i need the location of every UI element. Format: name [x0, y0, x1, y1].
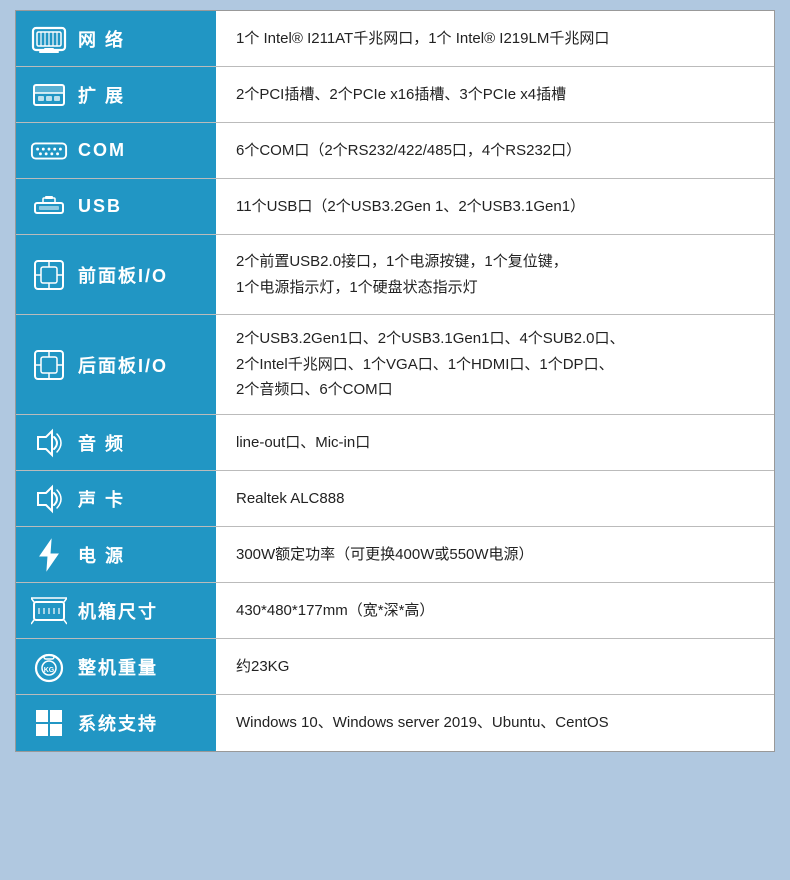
row-chassis: 机箱尺寸 430*480*177mm（宽*深*高）: [16, 583, 774, 639]
weight-icon: KG: [30, 650, 68, 684]
svg-text:KG: KG: [44, 667, 55, 674]
value-expand: 2个PCI插槽、2个PCIe x16插槽、3个PCIe x4插槽: [216, 67, 774, 122]
label-power: 电 源: [16, 527, 216, 582]
label-weight: KG 整机重量: [16, 639, 216, 694]
value-sound-card: Realtek ALC888: [216, 471, 774, 526]
front-panel-icon: [30, 258, 68, 292]
row-audio: 音 频 line-out口、Mic-in口: [16, 415, 774, 471]
label-usb: USB: [16, 179, 216, 234]
value-front-panel: 2个前置USB2.0接口，1个电源按键，1个复位键， 1个电源指示灯，1个硬盘状…: [216, 235, 774, 314]
label-com: COM: [16, 123, 216, 178]
value-rear-panel: 2个USB3.2Gen1口、2个USB3.1Gen1口、4个SUB2.0口、 2…: [216, 315, 774, 414]
label-text-os: 系统支持: [78, 710, 158, 736]
row-power: 电 源 300W额定功率（可更换400W或550W电源）: [16, 527, 774, 583]
value-power: 300W额定功率（可更换400W或550W电源）: [216, 527, 774, 582]
value-weight: 约23KG: [216, 639, 774, 694]
spec-table: 网 络 1个 Intel® I211AT千兆网口，1个 Intel® I219L…: [15, 10, 775, 752]
label-text-front-panel: 前面板I/O: [78, 262, 168, 288]
label-front-panel: 前面板I/O: [16, 235, 216, 314]
row-expand: 扩 展 2个PCI插槽、2个PCIe x16插槽、3个PCIe x4插槽: [16, 67, 774, 123]
label-text-sound-card: 声 卡: [78, 486, 125, 512]
row-com: COM 6个COM口（2个RS232/422/485口，4个RS232口）: [16, 123, 774, 179]
label-text-chassis: 机箱尺寸: [78, 598, 158, 624]
rear-panel-icon: [30, 348, 68, 382]
sound-card-icon: [30, 482, 68, 516]
usb-icon: [30, 195, 68, 219]
label-chassis: 机箱尺寸: [16, 583, 216, 638]
label-text-power: 电 源: [78, 542, 125, 568]
row-rear-panel: 后面板I/O 2个USB3.2Gen1口、2个USB3.1Gen1口、4个SUB…: [16, 315, 774, 415]
value-com: 6个COM口（2个RS232/422/485口，4个RS232口）: [216, 123, 774, 178]
label-audio: 音 频: [16, 415, 216, 470]
label-text-expand: 扩 展: [78, 82, 125, 108]
row-os: 系统支持 Windows 10、Windows server 2019、Ubun…: [16, 695, 774, 751]
label-sound-card: 声 卡: [16, 471, 216, 526]
power-icon: [30, 538, 68, 572]
label-text-network: 网 络: [78, 26, 125, 52]
label-text-usb: USB: [78, 196, 122, 217]
audio-icon: [30, 426, 68, 460]
value-os: Windows 10、Windows server 2019、Ubuntu、Ce…: [216, 695, 774, 751]
label-expand: 扩 展: [16, 67, 216, 122]
value-chassis: 430*480*177mm（宽*深*高）: [216, 583, 774, 638]
row-network: 网 络 1个 Intel® I211AT千兆网口，1个 Intel® I219L…: [16, 11, 774, 67]
label-os: 系统支持: [16, 695, 216, 751]
row-sound-card: 声 卡 Realtek ALC888: [16, 471, 774, 527]
value-usb: 11个USB口（2个USB3.2Gen 1、2个USB3.1Gen1）: [216, 179, 774, 234]
label-text-weight: 整机重量: [78, 654, 158, 680]
os-icon: [30, 707, 68, 739]
label-text-com: COM: [78, 140, 126, 161]
com-icon: [30, 140, 68, 162]
label-rear-panel: 后面板I/O: [16, 315, 216, 414]
network-icon: [30, 24, 68, 54]
label-text-audio: 音 频: [78, 430, 125, 456]
chassis-icon: [30, 594, 68, 628]
label-network: 网 络: [16, 11, 216, 66]
value-audio: line-out口、Mic-in口: [216, 415, 774, 470]
row-weight: KG 整机重量 约23KG: [16, 639, 774, 695]
label-text-rear-panel: 后面板I/O: [78, 352, 168, 378]
expand-icon: [30, 80, 68, 110]
row-front-panel: 前面板I/O 2个前置USB2.0接口，1个电源按键，1个复位键， 1个电源指示…: [16, 235, 774, 315]
value-network: 1个 Intel® I211AT千兆网口，1个 Intel® I219LM千兆网…: [216, 11, 774, 66]
row-usb: USB 11个USB口（2个USB3.2Gen 1、2个USB3.1Gen1）: [16, 179, 774, 235]
